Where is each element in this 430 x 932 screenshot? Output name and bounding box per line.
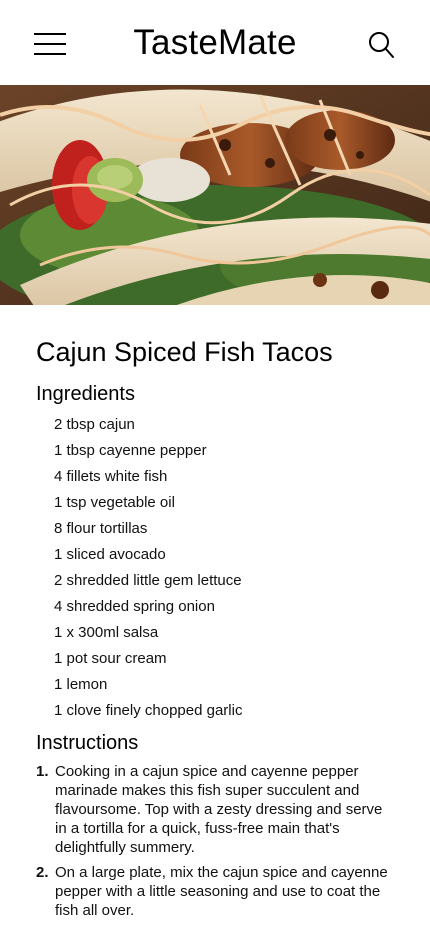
ingredient-item: 4 shredded spring onion (54, 598, 215, 615)
ingredient-item: 1 tsp vegetable oil (54, 494, 175, 511)
top-app-bar: TasteMate (0, 0, 430, 85)
ingredients-heading: Ingredients (36, 383, 135, 405)
ingredient-item: 1 pot sour cream (54, 650, 167, 667)
ingredient-item: 2 shredded little gem lettuce (54, 572, 242, 589)
instruction-step: 2. On a large plate, mix the cajun spice… (36, 863, 396, 920)
ingredient-item: 2 tbsp cajun (54, 416, 135, 433)
fish-tacos-photo (0, 85, 430, 305)
ingredient-item: 1 tbsp cayenne pepper (54, 442, 207, 459)
ingredient-item: 8 flour tortillas (54, 520, 148, 537)
app-title: TasteMate (133, 23, 297, 62)
instruction-step: 1. Cooking in a cajun spice and cayenne … (36, 762, 396, 857)
step-text: Cooking in a cajun spice and cayenne pep… (55, 763, 383, 856)
ingredient-item: 1 clove finely chopped garlic (54, 702, 243, 719)
instructions-list: 1. Cooking in a cajun spice and cayenne … (36, 762, 396, 926)
ingredient-item: 1 sliced avocado (54, 546, 166, 563)
ingredient-item: 1 lemon (54, 676, 108, 693)
step-number: 1. (36, 763, 49, 780)
recipe-title: Cajun Spiced Fish Tacos (36, 337, 333, 367)
instructions-heading: Instructions (36, 732, 139, 754)
recipe-hero-image (0, 85, 430, 305)
ingredients-list: 2 tbsp cajun 1 tbsp cayenne pepper 4 fil… (54, 412, 242, 724)
ingredient-item: 1 x 300ml salsa (54, 624, 159, 641)
ingredient-item: 4 fillets white fish (54, 468, 168, 485)
step-number: 2. (36, 864, 49, 881)
step-text: On a large plate, mix the cajun spice an… (55, 864, 388, 919)
search-icon[interactable] (368, 30, 396, 60)
